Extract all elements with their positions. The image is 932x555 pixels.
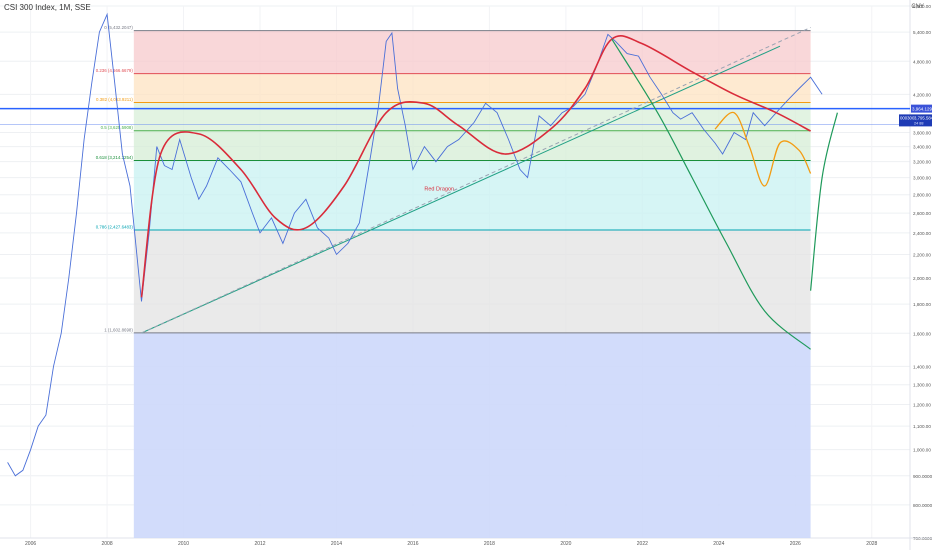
price-badge-sub: 24 88 xyxy=(914,121,924,125)
x-tick-label: 2014 xyxy=(331,541,342,547)
y-tick-label: 3,400.00 xyxy=(913,145,931,150)
x-tick-label: 2020 xyxy=(560,541,571,547)
y-tick-label: 1,400.00 xyxy=(913,364,931,369)
price-badge-label: 3,964.1291 xyxy=(912,107,932,112)
y-tick-label: 2,400.00 xyxy=(913,231,931,236)
chart-title: CSI 300 Index, 1M, SSE xyxy=(4,3,91,12)
price-badge-value: 3,795.5849 xyxy=(914,115,932,120)
fib-zone xyxy=(133,230,811,333)
x-tick-label: 2028 xyxy=(866,541,877,547)
price-badge-symbol: 000300 xyxy=(900,115,915,120)
x-tick-label: 2010 xyxy=(178,541,189,547)
fib-level-label: 0.786 (2,427.6483) xyxy=(96,225,134,230)
y-tick-label: 1,300.00 xyxy=(913,383,931,388)
x-tick-label: 2018 xyxy=(484,541,495,547)
x-tick-label: 2006 xyxy=(25,541,36,547)
y-tick-label: 2,800.00 xyxy=(913,193,931,198)
y-tick-label: 900.0000 xyxy=(913,474,932,479)
fib-level-label: 0.5 (3,625.5908) xyxy=(101,125,134,130)
y-tick-label: 5,400.00 xyxy=(913,30,931,35)
chart-svg: 6,000.005,400.004,800.004,200.003,600.00… xyxy=(0,0,932,550)
fib-level-label: 0.236 (4,566.6679) xyxy=(96,68,134,73)
currency-label: CNY xyxy=(911,4,924,10)
chart-area[interactable]: CSI 300 Index, 1M, SSE CNY 6,000.00 5,400… xyxy=(0,0,932,550)
fib-zone-extension xyxy=(133,332,811,538)
y-tick-label: 2,200.00 xyxy=(913,252,931,257)
fib-zone xyxy=(133,102,811,131)
y-tick-label: 1,000.00 xyxy=(913,448,931,453)
x-tick-label: 2026 xyxy=(790,541,801,547)
y-tick-label: 1,100.00 xyxy=(913,424,931,429)
y-tick-label: 1,800.00 xyxy=(913,302,931,307)
fib-level-label: 1 (1,602.8698) xyxy=(104,327,133,332)
y-tick-label: 1,200.00 xyxy=(913,403,931,408)
x-tick-label: 2012 xyxy=(254,541,265,547)
fib-level-label: 0.382 (4,063.9211) xyxy=(96,97,133,102)
y-tick-label: 2,600.00 xyxy=(913,211,931,216)
x-tick-label: 2024 xyxy=(713,541,724,547)
y-tick-label: 3,000.00 xyxy=(913,176,931,181)
fib-level-label: 0.618 (3,214.3254) xyxy=(96,155,134,160)
fib-zone xyxy=(133,160,811,231)
y-tick-label: 2,000.00 xyxy=(913,276,931,281)
x-tick-label: 2022 xyxy=(637,541,648,547)
fib-zone xyxy=(133,30,811,74)
y-tick-label: 3,200.00 xyxy=(913,160,931,165)
annotation-red-dragon: Red Dragon xyxy=(424,186,454,192)
x-tick-label: 2016 xyxy=(407,541,418,547)
y-tick-label: 4,200.00 xyxy=(913,92,931,97)
x-tick-label: 2008 xyxy=(101,541,112,547)
y-tick-label: 800.0000 xyxy=(913,503,932,508)
y-tick-label: 1,600.00 xyxy=(913,331,931,336)
y-tick-label: 4,800.00 xyxy=(913,59,931,64)
green-rebound-curve xyxy=(810,112,838,291)
y-tick-label: 3,600.00 xyxy=(913,130,931,135)
